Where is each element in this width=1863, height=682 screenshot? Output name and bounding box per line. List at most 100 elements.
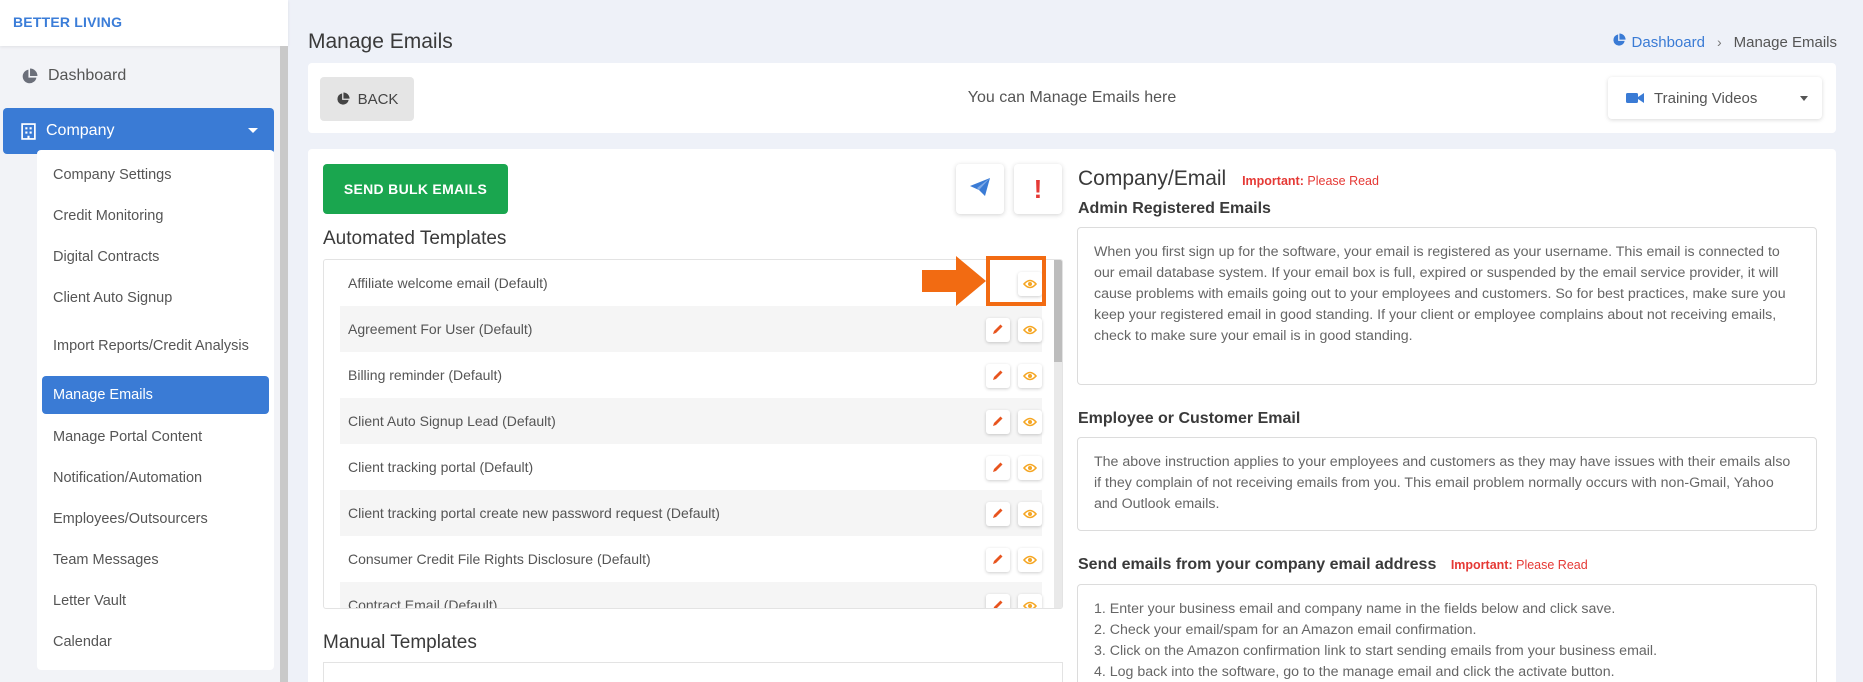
template-actions	[978, 318, 1042, 342]
submenu-item-import-reports[interactable]: Import Reports/Credit Analysis	[42, 318, 269, 374]
employee-email-text: The above instruction applies to your em…	[1077, 437, 1817, 531]
template-name: Client Auto Signup Lead (Default)	[348, 413, 556, 429]
template-name: Client tracking portal (Default)	[348, 459, 534, 475]
edit-template-button[interactable]	[986, 502, 1010, 526]
template-name: Contract Email (Default)	[348, 597, 498, 609]
edit-template-button[interactable]	[986, 318, 1010, 342]
employee-email-title: Employee or Customer Email	[1078, 410, 1301, 427]
pencil-icon	[992, 460, 1004, 476]
pencil-icon	[992, 322, 1004, 338]
edit-template-button[interactable]	[986, 410, 1010, 434]
edit-template-button[interactable]	[986, 594, 1010, 608]
sidebar-item-label: Company	[46, 122, 115, 139]
eye-icon	[1022, 460, 1038, 476]
edit-template-button[interactable]	[986, 456, 1010, 480]
chevron-down-icon	[1800, 96, 1808, 101]
template-row[interactable]: Consumer Credit File Rights Disclosure (…	[340, 536, 1042, 582]
step-item: 1. Enter your business email and company…	[1094, 601, 1616, 617]
important-label: Important:	[1450, 558, 1513, 572]
chevron-right-icon: ›	[1716, 34, 1722, 50]
template-row[interactable]: Contract Email (Default)	[340, 582, 1042, 609]
submenu-item-team-messages[interactable]: Team Messages	[42, 539, 269, 580]
submenu-item-client-auto-signup[interactable]: Client Auto Signup	[42, 277, 269, 318]
pencil-icon	[992, 368, 1004, 384]
company-email-title: Company/Email Important: Please Read	[1078, 167, 1379, 191]
submenu-item-digital-contracts[interactable]: Digital Contracts	[42, 236, 269, 277]
template-name: Billing reminder (Default)	[348, 367, 503, 383]
pencil-icon	[992, 552, 1004, 568]
eye-icon	[1022, 506, 1038, 522]
template-actions	[978, 502, 1042, 526]
submenu-item-company-settings[interactable]: Company Settings	[42, 154, 269, 195]
step-item: 4. Log back into the software, go to the…	[1094, 664, 1615, 680]
important-label: Important:	[1242, 174, 1304, 188]
view-template-button[interactable]	[1018, 364, 1042, 388]
eye-icon	[1022, 368, 1038, 384]
submenu-item-credit-monitoring[interactable]: Credit Monitoring	[42, 195, 269, 236]
topbar: BACK You can Manage Emails here Training…	[308, 63, 1836, 133]
view-template-button[interactable]	[1018, 502, 1042, 526]
important-text: Please Read	[1307, 174, 1379, 188]
eye-icon	[1022, 598, 1038, 608]
template-name: Agreement For User (Default)	[348, 321, 533, 337]
send-bulk-emails-button[interactable]: SEND BULK EMAILS	[323, 164, 508, 214]
important-text: Please Read	[1516, 558, 1588, 572]
sidebar-item-dashboard[interactable]: Dashboard	[0, 56, 288, 96]
breadcrumb: Dashboard › Manage Emails	[1612, 33, 1837, 51]
sidebar-scrollbar[interactable]	[280, 46, 288, 682]
manual-templates-title: Manual Templates	[323, 632, 477, 653]
brand-logo[interactable]: BETTER LIVING	[0, 0, 288, 46]
sidebar-item-label: Dashboard	[48, 67, 127, 84]
alert-button[interactable]: !	[1014, 164, 1062, 214]
send-company-email-title: Send emails from your company email addr…	[1078, 556, 1588, 574]
submenu-item-manage-portal-content[interactable]: Manage Portal Content	[42, 416, 269, 457]
arrow-right-icon	[922, 252, 988, 315]
view-template-button[interactable]	[1018, 548, 1042, 572]
highlight-box	[986, 256, 1046, 306]
building-icon	[21, 122, 36, 140]
important-note[interactable]: Important: Please Read	[1451, 558, 1588, 572]
page-title: Manage Emails	[308, 30, 453, 53]
training-videos-label: Training Videos	[1654, 89, 1758, 107]
submenu-item-calendar[interactable]: Calendar	[42, 621, 269, 662]
company-submenu: Company Settings Credit Monitoring Digit…	[37, 150, 274, 670]
template-actions	[978, 364, 1042, 388]
chevron-down-icon	[248, 128, 258, 133]
eye-icon	[1022, 322, 1038, 338]
submenu-item-letter-vault[interactable]: Letter Vault	[42, 580, 269, 621]
topbar-message: You can Manage Emails here	[967, 89, 1177, 106]
send-company-email-title-text: Send emails from your company email addr…	[1078, 556, 1437, 573]
pencil-icon	[992, 598, 1004, 608]
steps-list: 1. Enter your business email and company…	[1094, 599, 1800, 682]
breadcrumb-dashboard-link[interactable]: Dashboard	[1632, 34, 1705, 51]
send-email-button[interactable]	[956, 164, 1004, 214]
edit-template-button[interactable]	[986, 548, 1010, 572]
sidebar-item-company[interactable]: Company	[3, 108, 274, 154]
video-camera-icon	[1626, 92, 1644, 104]
template-actions	[978, 594, 1042, 608]
template-actions	[978, 456, 1042, 480]
send-company-email-steps: 1. Enter your business email and company…	[1077, 584, 1817, 682]
view-template-button[interactable]	[1018, 410, 1042, 434]
template-row[interactable]: Client tracking portal (Default)	[340, 444, 1042, 490]
submenu-item-employees-outsourcers[interactable]: Employees/Outsourcers	[42, 498, 269, 539]
company-email-title-text: Company/Email	[1078, 167, 1227, 190]
step-item: 2. Check your email/spam for an Amazon e…	[1094, 622, 1477, 638]
templates-scrollbar-thumb[interactable]	[1054, 260, 1062, 362]
training-videos-dropdown[interactable]: Training Videos	[1608, 77, 1822, 119]
edit-template-button[interactable]	[986, 364, 1010, 388]
important-note[interactable]: Important: Please Read	[1242, 174, 1379, 188]
template-row[interactable]: Billing reminder (Default)	[340, 352, 1042, 398]
template-row[interactable]: Client tracking portal create new passwo…	[340, 490, 1042, 536]
template-name: Affiliate welcome email (Default)	[348, 275, 548, 291]
view-template-button[interactable]	[1018, 594, 1042, 608]
template-actions	[978, 410, 1042, 434]
view-template-button[interactable]	[1018, 318, 1042, 342]
eye-icon	[1022, 414, 1038, 430]
submenu-item-notification-automation[interactable]: Notification/Automation	[42, 457, 269, 498]
submenu-item-manage-emails[interactable]: Manage Emails	[42, 376, 269, 414]
view-template-button[interactable]	[1018, 456, 1042, 480]
template-name: Client tracking portal create new passwo…	[348, 505, 720, 521]
template-row[interactable]: Client Auto Signup Lead (Default)	[340, 398, 1042, 444]
breadcrumb-current: Manage Emails	[1733, 33, 1837, 51]
